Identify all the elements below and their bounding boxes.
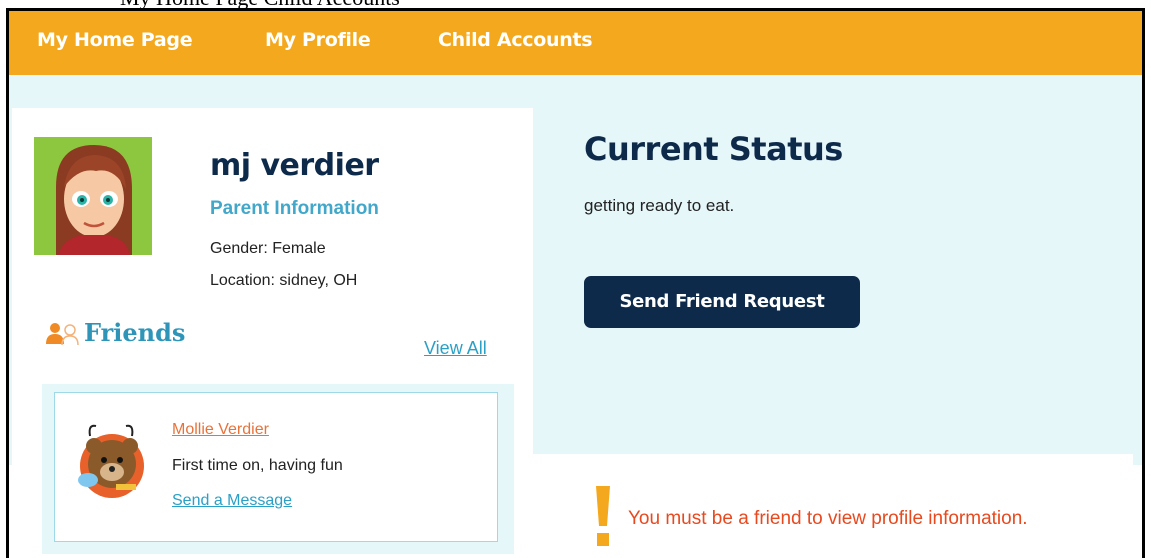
- current-status-heading: Current Status: [584, 130, 843, 168]
- nav-my-home-page[interactable]: My Home Page: [37, 29, 193, 51]
- exclamation-icon: [594, 486, 612, 548]
- profile-name: mj verdier: [210, 148, 379, 183]
- profile-location: Location: sidney, OH: [210, 272, 358, 289]
- notice-area: [533, 454, 1133, 554]
- friend-required-notice: You must be a friend to view profile inf…: [628, 508, 1028, 529]
- send-friend-request-button[interactable]: Send Friend Request: [584, 276, 860, 328]
- parent-information-link[interactable]: Parent Information: [210, 198, 379, 220]
- friend-status: First time on, having fun: [172, 457, 343, 474]
- view-all-friends-link[interactable]: View All: [424, 338, 487, 359]
- friends-heading: Friends: [84, 318, 186, 347]
- top-nav: My Home Page My Profile Child Accounts: [9, 11, 1142, 75]
- profile-avatar: [34, 137, 152, 255]
- nav-child-accounts[interactable]: Child Accounts: [438, 29, 593, 51]
- friend-name-link[interactable]: Mollie Verdier: [172, 421, 269, 439]
- friend-avatar-bear[interactable]: [70, 414, 160, 504]
- profile-gender: Gender: Female: [210, 240, 326, 257]
- friends-icon: [44, 322, 84, 346]
- current-status-text: getting ready to eat.: [584, 196, 735, 215]
- send-message-link[interactable]: Send a Message: [172, 492, 292, 510]
- nav-my-profile[interactable]: My Profile: [265, 29, 371, 51]
